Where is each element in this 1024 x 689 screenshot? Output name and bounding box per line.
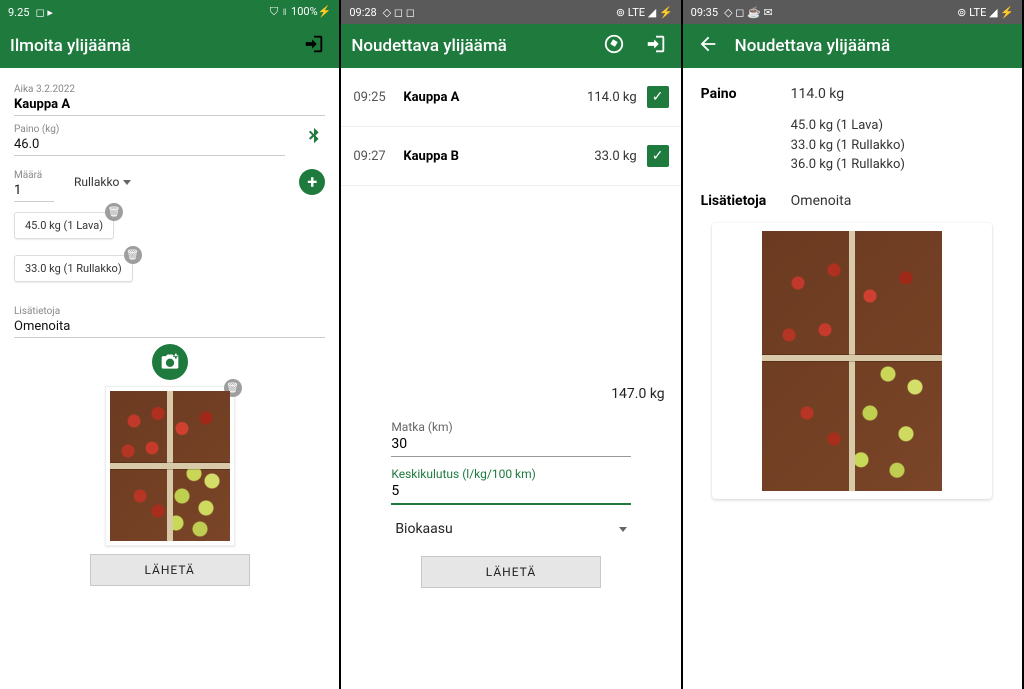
- status-left-icons: ◇ ◻ ☕ ✉: [724, 6, 773, 19]
- weight-value: 114.0 kg: [791, 86, 844, 102]
- unit-value: Rullakko: [74, 175, 119, 189]
- entry-chip: 45.0 kg (1 Lava) 🗑: [14, 212, 114, 239]
- apples-image: [762, 231, 942, 491]
- entry-text: 45.0 kg (1 Lava): [25, 219, 103, 232]
- row-store: Kauppa B: [403, 149, 594, 164]
- app-bar: Noudettava ylijäämä: [341, 24, 680, 68]
- check-icon[interactable]: ✓: [647, 145, 669, 167]
- weight-label: Paino: [701, 86, 791, 102]
- page-title: Ilmoita ylijäämä: [10, 36, 287, 56]
- qty-label: Määrä: [14, 170, 54, 181]
- fuel-select[interactable]: Biokaasu: [391, 507, 630, 552]
- exit-icon[interactable]: [299, 33, 329, 60]
- entry-chip: 33.0 kg (1 Rullakko) 🗑: [14, 255, 133, 282]
- send-button[interactable]: LÄHETÄ: [90, 554, 250, 586]
- app-bar: Noudettava ylijäämä: [683, 24, 1022, 68]
- status-lte: ⊚ LTE ◢ ⚡: [957, 6, 1014, 19]
- entries-list: 45.0 kg (1 Lava) 🗑 33.0 kg (1 Rullakko) …: [14, 212, 325, 298]
- bluetooth-icon[interactable]: [303, 126, 325, 154]
- breakdown-line: 36.0 kg (1 Rullakko): [791, 155, 1004, 175]
- camera-button[interactable]: [152, 344, 188, 380]
- status-lte: ⊚ LTE ◢ ⚡: [616, 6, 673, 19]
- row-time: 09:27: [353, 149, 403, 164]
- status-left-icons: ◇ ◻ ◻: [383, 6, 415, 19]
- chevron-down-icon: [619, 527, 627, 532]
- total-weight: 147.0 kg: [341, 386, 680, 402]
- trip-form: Matka (km) 30 Keskikulutus (l/kg/100 km)…: [341, 402, 680, 604]
- entry-text: 33.0 kg (1 Rullakko): [25, 262, 122, 275]
- app-bar: Ilmoita ylijäämä: [0, 24, 339, 68]
- breakdown-line: 45.0 kg (1 Lava): [791, 116, 1004, 136]
- status-time: 9.25: [8, 6, 29, 19]
- consumption-label: Keskikulutus (l/kg/100 km): [391, 467, 630, 481]
- fuel-value: Biokaasu: [395, 521, 452, 537]
- consumption-input[interactable]: 5: [391, 481, 630, 505]
- status-bar: 9.25 ◻ ▸ ⛉ ॥ 100%⚡: [0, 0, 339, 24]
- status-time: 09:35: [691, 6, 718, 19]
- screen-pickup-detail: 09:35 ◇ ◻ ☕ ✉ ⊚ LTE ◢ ⚡ Noudettava ylijä…: [683, 0, 1024, 689]
- screen-report-surplus: 9.25 ◻ ▸ ⛉ ॥ 100%⚡ Ilmoita ylijäämä Aika …: [0, 0, 341, 689]
- page-title: Noudettava ylijäämä: [735, 36, 1012, 56]
- weight-breakdown: 45.0 kg (1 Lava) 33.0 kg (1 Rullakko) 36…: [791, 116, 1004, 175]
- pickup-row[interactable]: 09:25 Kauppa A 114.0 kg ✓: [341, 68, 680, 127]
- row-weight: 33.0 kg: [594, 149, 636, 164]
- screen-pickup-list: 09:28 ◇ ◻ ◻ ⊚ LTE ◢ ⚡ Noudettava ylijääm…: [341, 0, 682, 689]
- add-button[interactable]: +: [299, 169, 325, 195]
- delete-entry-icon[interactable]: 🗑: [105, 203, 123, 221]
- status-right-icons: ⛉ ॥ 100%⚡: [270, 5, 331, 19]
- status-bar: 09:35 ◇ ◻ ☕ ✉ ⊚ LTE ◢ ⚡: [683, 0, 1022, 24]
- list-area: 09:25 Kauppa A 114.0 kg ✓ 09:27 Kauppa B…: [341, 68, 680, 689]
- check-icon[interactable]: ✓: [647, 86, 669, 108]
- row-weight: 114.0 kg: [587, 90, 637, 105]
- row-store: Kauppa A: [403, 90, 587, 105]
- qty-input[interactable]: 1: [14, 181, 54, 202]
- photo-thumbnail[interactable]: 🗑: [105, 386, 235, 546]
- breakdown-line: 33.0 kg (1 Rullakko): [791, 136, 1004, 156]
- time-label: Aika 3.2.2022: [14, 84, 325, 95]
- photo-card[interactable]: [712, 223, 992, 499]
- back-icon[interactable]: [693, 33, 723, 60]
- page-title: Noudettava ylijäämä: [351, 36, 586, 56]
- chevron-down-icon: [123, 180, 131, 185]
- status-time: 09:28: [349, 6, 376, 19]
- form-area: Aika 3.2.2022 Kauppa A Paino (kg) 46.0 M…: [0, 68, 339, 689]
- apples-image: [110, 391, 230, 541]
- compass-icon[interactable]: [599, 33, 629, 60]
- delete-entry-icon[interactable]: 🗑: [124, 246, 142, 264]
- unit-select[interactable]: Rullakko: [74, 175, 131, 189]
- weight-label: Paino (kg): [14, 124, 285, 135]
- status-left-icons: ◻ ▸: [35, 6, 52, 19]
- extra-value: Omenoita: [791, 193, 852, 209]
- extra-label: Lisätietoja: [14, 306, 325, 317]
- status-bar: 09:28 ◇ ◻ ◻ ⊚ LTE ◢ ⚡: [341, 0, 680, 24]
- distance-label: Matka (km): [391, 420, 630, 434]
- extra-input[interactable]: Omenoita: [14, 317, 325, 338]
- detail-area: Paino 114.0 kg 45.0 kg (1 Lava) 33.0 kg …: [683, 68, 1022, 689]
- send-button[interactable]: LÄHETÄ: [421, 556, 601, 588]
- distance-input[interactable]: 30: [391, 434, 630, 457]
- weight-input[interactable]: 46.0: [14, 135, 285, 156]
- store-field[interactable]: Kauppa A: [14, 95, 325, 116]
- extra-label: Lisätietoja: [701, 193, 791, 209]
- row-time: 09:25: [353, 90, 403, 105]
- exit-icon[interactable]: [641, 33, 671, 60]
- pickup-row[interactable]: 09:27 Kauppa B 33.0 kg ✓: [341, 127, 680, 186]
